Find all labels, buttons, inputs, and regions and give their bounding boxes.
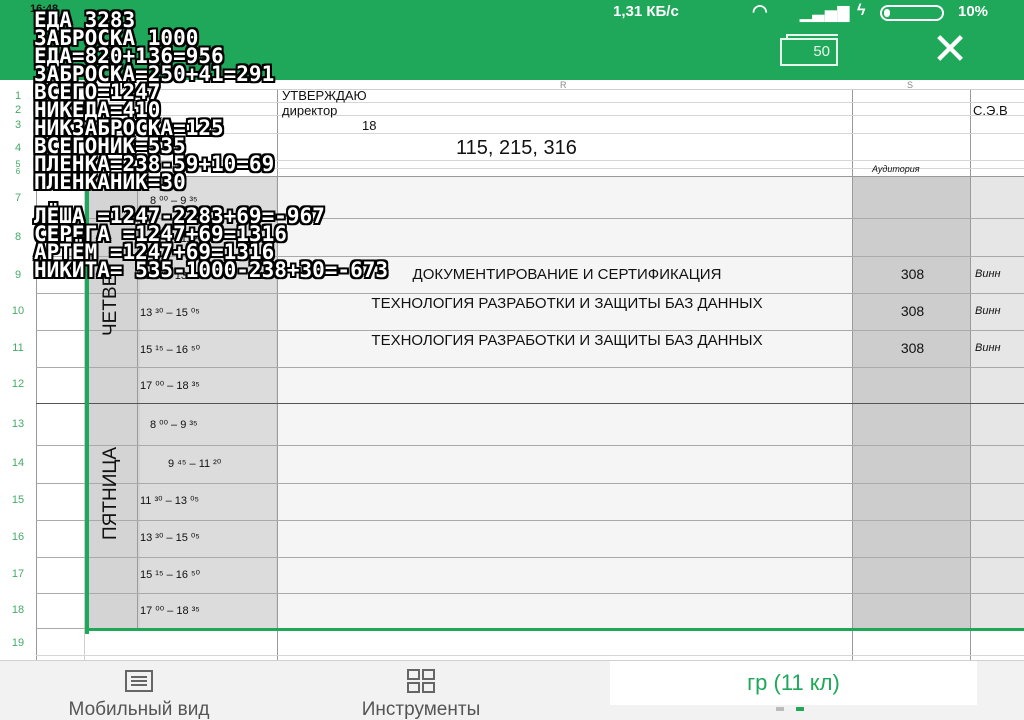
row-number: 15 xyxy=(11,494,25,506)
room-column xyxy=(853,176,970,628)
room-cell[interactable]: 308 xyxy=(855,303,970,319)
row-number: 2 xyxy=(14,104,22,116)
row-number: 18 xyxy=(11,604,25,616)
grid-line xyxy=(36,403,1024,404)
time-cell[interactable]: 17 ⁰⁰ – 18 ³⁵ xyxy=(140,604,276,617)
grid-line xyxy=(36,593,1024,594)
row-number: 8 xyxy=(14,231,22,243)
approve-cell[interactable]: УТВЕРЖДАЮ xyxy=(282,88,367,103)
day-friday: ПЯТНИЦА xyxy=(100,446,121,540)
time-cell[interactable]: 13 ³⁰ – 15 ⁰⁵ xyxy=(140,306,276,319)
signatory-cell[interactable]: С.Э.В xyxy=(973,103,1008,118)
wifi-icon: ◠ xyxy=(752,1,768,21)
sheet-tab[interactable]: гр (11 кл) xyxy=(610,661,977,705)
column-header-r: R xyxy=(560,80,567,90)
grid-line xyxy=(36,483,1024,484)
grid-line xyxy=(36,293,1024,294)
column-header-s: S xyxy=(907,80,914,90)
row-number: 7 xyxy=(14,192,22,204)
time-cell[interactable]: 17 ⁰⁰ – 18 ³⁵ xyxy=(140,379,276,392)
row-number: 9 xyxy=(14,269,22,281)
time-cell[interactable]: 15 ¹⁵ – 16 ⁵⁰ xyxy=(140,568,276,581)
row-number: 11 xyxy=(12,342,24,354)
sheets-icon[interactable]: 50 xyxy=(780,34,838,66)
battery-icon xyxy=(880,5,944,21)
time-cell[interactable]: 13 ³⁰ – 15 ⁰⁵ xyxy=(140,531,276,544)
sheets-count: 50 xyxy=(813,43,830,60)
row-number: 4 xyxy=(14,142,22,154)
tools-icon xyxy=(404,669,438,693)
grid-line xyxy=(36,367,1024,368)
subject-cell[interactable]: ТЕХНОЛОГИЯ РАЗРАБОТКИ И ЗАЩИТЫ БАЗ ДАННЫ… xyxy=(282,296,852,311)
time-cell[interactable]: 11 ³⁰ – 13 ⁰⁵ xyxy=(140,494,276,507)
row-number: 19 xyxy=(11,637,25,649)
director-cell[interactable]: директор xyxy=(282,103,337,118)
note-line: НИКИТА= 535-1000-238+30=-673 xyxy=(34,258,389,282)
row-number: 6 xyxy=(15,167,21,176)
subject-column xyxy=(278,176,852,628)
mobile-view-icon xyxy=(122,669,156,693)
charging-icon: ϟ xyxy=(857,2,866,19)
bottom-toolbar: Мобильный вид Инструменты гр (11 кл) xyxy=(0,660,1024,720)
note-line: ПЛЕНКАНИК=30 xyxy=(34,170,186,194)
signal-icon: ▁▃▅▇ xyxy=(800,5,851,22)
row-number: 13 xyxy=(11,418,25,430)
grid-line xyxy=(36,557,1024,558)
grid-line xyxy=(36,330,1024,331)
year-cell[interactable]: 18 xyxy=(362,118,376,133)
teacher-cell[interactable]: Винн xyxy=(975,342,1024,354)
tools-button[interactable]: Инструменты xyxy=(300,661,542,720)
mobile-view-button[interactable]: Мобильный вид xyxy=(14,661,264,720)
close-icon[interactable]: ✕ xyxy=(924,28,976,72)
room-cell[interactable]: 308 xyxy=(855,340,970,356)
selection-frame-bottom xyxy=(85,628,1024,631)
grid-line xyxy=(36,520,1024,521)
day-thursday: ЧЕТВЕ xyxy=(100,273,121,336)
groups-cell[interactable]: 115, 215, 316 xyxy=(456,137,577,160)
row-number: 10 xyxy=(11,305,25,317)
status-bar: 16:48 1,31 КБ/с ◠ ▁▃▅▇ ϟ 10% xyxy=(0,0,1024,24)
grid-line xyxy=(36,655,1024,656)
row-number: 12 xyxy=(11,378,25,390)
time-cell[interactable]: 9 ⁴⁵ – 11 ²⁰ xyxy=(140,457,276,470)
page-indicator xyxy=(776,707,816,713)
subject-cell[interactable]: ТЕХНОЛОГИЯ РАЗРАБОТКИ И ЗАЩИТЫ БАЗ ДАННЫ… xyxy=(282,333,852,348)
teacher-cell[interactable]: Винн xyxy=(975,305,1024,317)
teacher-cell[interactable]: Винн xyxy=(975,268,1024,280)
tools-label: Инструменты xyxy=(361,699,481,720)
battery-percent: 10% xyxy=(958,3,989,20)
row-number: 14 xyxy=(11,457,25,469)
teacher-column xyxy=(971,176,1024,628)
grid-line xyxy=(36,445,1024,446)
row-number: 17 xyxy=(11,568,25,580)
row-number: 16 xyxy=(11,531,25,543)
grid-line xyxy=(36,102,1024,103)
mobile-view-label: Мобильный вид xyxy=(68,699,210,720)
room-header: Аудитория xyxy=(872,164,920,174)
time-cell[interactable]: 15 ¹⁵ – 16 ⁵⁰ xyxy=(140,343,276,356)
room-cell[interactable]: 308 xyxy=(855,266,970,282)
row-number: 1 xyxy=(14,90,22,102)
network-speed: 1,31 КБ/с xyxy=(613,3,679,20)
row-number: 3 xyxy=(14,119,22,131)
time-cell[interactable]: 8 ⁰⁰ – 9 ³⁵ xyxy=(140,418,276,431)
